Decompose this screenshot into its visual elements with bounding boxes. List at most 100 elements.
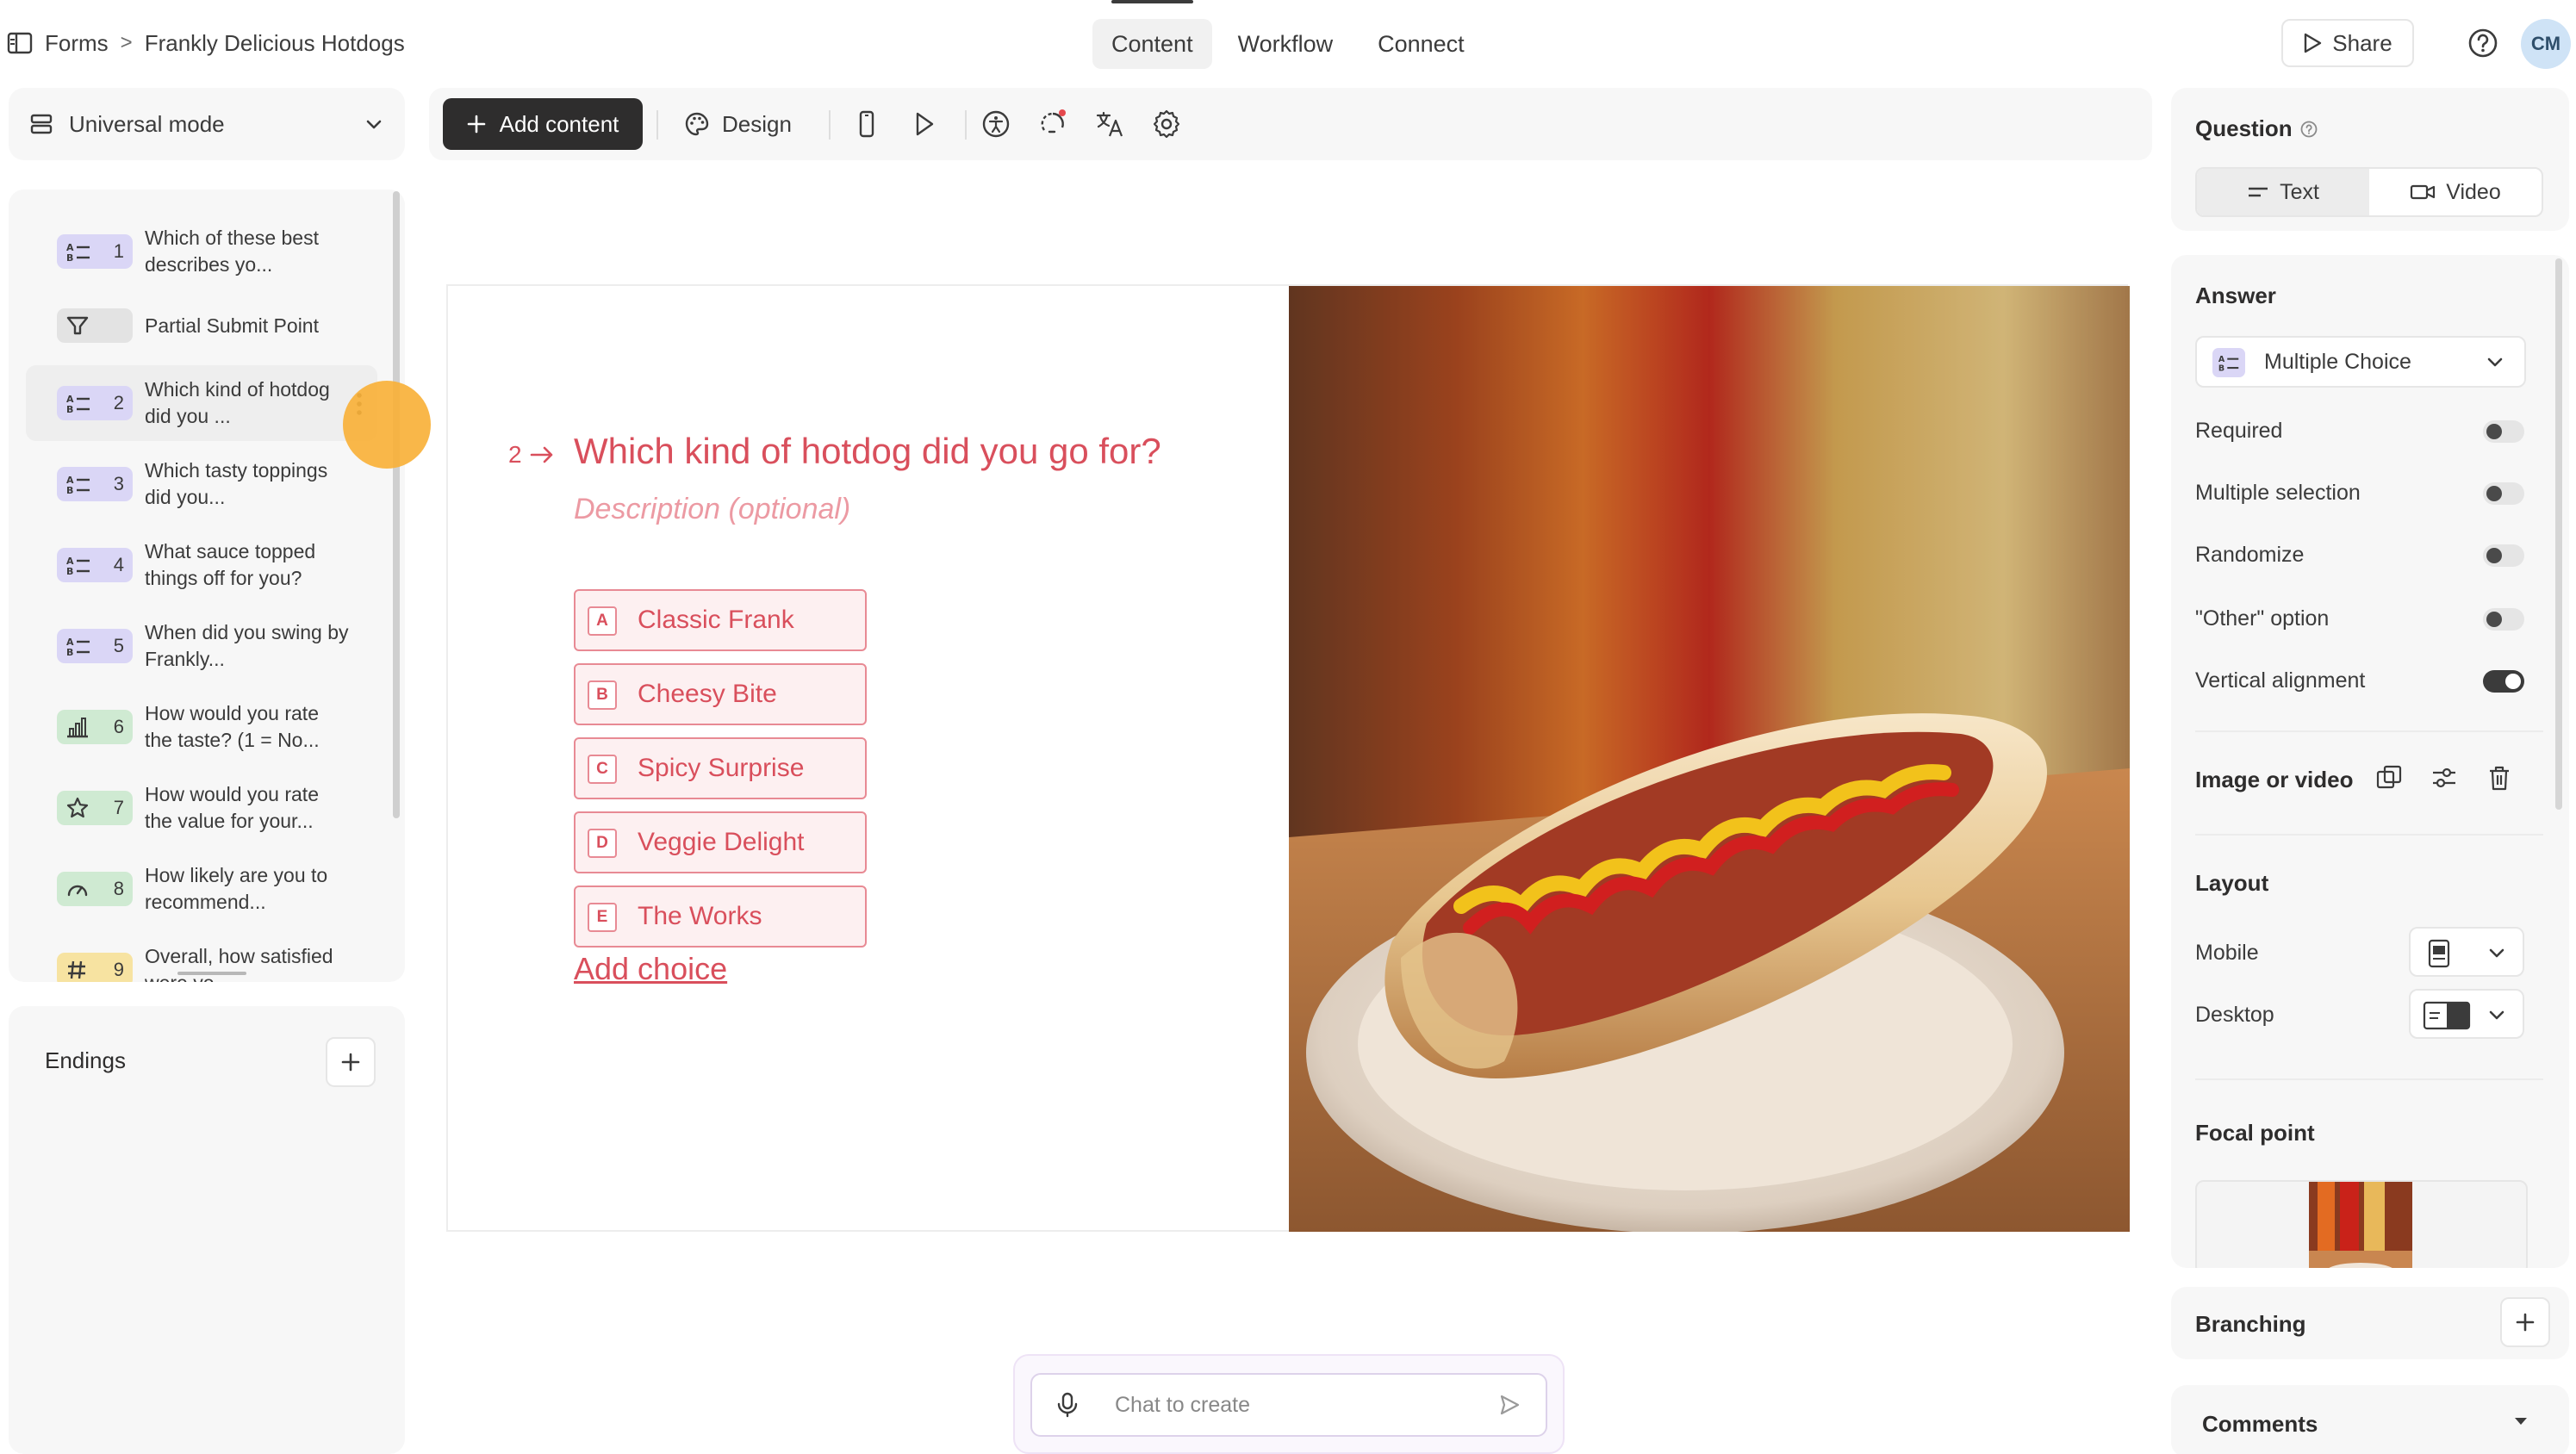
- partial-submit-icon: [66, 316, 89, 335]
- chat-input[interactable]: Chat to create: [1030, 1373, 1547, 1437]
- question-mode-text[interactable]: Text: [2197, 169, 2369, 215]
- forms-panel-icon[interactable]: [7, 32, 33, 54]
- comments-panel[interactable]: Comments: [2171, 1385, 2569, 1454]
- ai-assist-icon[interactable]: [1037, 109, 1068, 140]
- multiple-choice-icon: AB: [66, 475, 90, 494]
- question-badge: 9: [57, 953, 133, 982]
- other-option-label: "Other" option: [2195, 606, 2330, 631]
- gear-icon[interactable]: [1151, 109, 1182, 140]
- share-label: Share: [2332, 29, 2392, 56]
- desktop-split-layout-icon: [2423, 1001, 2471, 1030]
- image-or-video-title: Image or video: [2195, 767, 2354, 792]
- choice-key: C: [588, 755, 617, 784]
- section-divider: [2195, 730, 2543, 732]
- question-label: Which of these best describes yo...: [145, 227, 319, 276]
- randomize-label: Randomize: [2195, 543, 2305, 567]
- layout-desktop-label: Desktop: [2195, 1003, 2274, 1027]
- list-item-question-7[interactable]: 7 How would you rate the value for your.…: [26, 770, 377, 846]
- question-settings-panel: Question Text Video: [2171, 88, 2569, 231]
- trash-icon[interactable]: [2485, 763, 2514, 792]
- randomize-toggle[interactable]: [2483, 544, 2524, 567]
- drag-handle[interactable]: [177, 972, 246, 975]
- hotdog-photo[interactable]: [1289, 286, 2130, 1232]
- choice-key: A: [588, 606, 617, 636]
- avatar[interactable]: CM: [2521, 19, 2571, 69]
- question-title-input[interactable]: Which kind of hotdog did you go for?: [574, 431, 1161, 472]
- question-badge: 8: [57, 872, 133, 906]
- multiple-selection-toggle[interactable]: [2483, 482, 2524, 505]
- chevron-down-icon: [2489, 948, 2504, 958]
- list-item-question-6[interactable]: 6 How would you rate the taste? (1 = No.…: [26, 689, 377, 765]
- choice-option-b[interactable]: B Cheesy Bite: [574, 663, 867, 725]
- tab-workflow[interactable]: Workflow: [1219, 19, 1353, 69]
- question-mode-video[interactable]: Video: [2369, 169, 2542, 215]
- question-label: How likely are you to recommend...: [145, 864, 328, 913]
- add-branching-button[interactable]: [2500, 1297, 2550, 1347]
- palette-icon: [685, 112, 709, 136]
- question-label: When did you swing by Frankly...: [145, 621, 349, 670]
- toolbar-divider: [965, 110, 967, 140]
- microphone-icon[interactable]: [1055, 1391, 1080, 1419]
- add-content-button[interactable]: Add content: [443, 98, 643, 150]
- toolbar-divider: [829, 110, 831, 140]
- answer-type-select[interactable]: AB Multiple Choice: [2195, 336, 2526, 388]
- tab-connect[interactable]: Connect: [1359, 19, 1484, 69]
- replace-image-icon[interactable]: [2374, 763, 2404, 792]
- play-icon[interactable]: [908, 109, 939, 140]
- choice-key: D: [588, 829, 617, 858]
- section-divider: [2195, 834, 2543, 836]
- layout-mobile-select[interactable]: [2409, 927, 2524, 977]
- mode-selector[interactable]: Universal mode: [9, 88, 405, 160]
- focal-point-picker[interactable]: [2195, 1180, 2528, 1268]
- svg-text:B: B: [66, 566, 73, 575]
- chevron-down-icon: [2487, 357, 2503, 367]
- choice-option-e[interactable]: E The Works: [574, 885, 867, 948]
- choice-option-c[interactable]: C Spicy Surprise: [574, 737, 867, 799]
- breadcrumb-forms[interactable]: Forms: [45, 30, 109, 57]
- breadcrumb-separator: >: [120, 31, 133, 54]
- list-item-question-2[interactable]: AB 2 Which kind of hotdog did you ...: [26, 365, 377, 441]
- form-preview-canvas: 2 Which kind of hotdog did you go for? D…: [446, 284, 2130, 1232]
- accessibility-icon[interactable]: [980, 109, 1011, 140]
- adjust-image-icon[interactable]: [2430, 763, 2459, 792]
- help-icon[interactable]: [2299, 120, 2318, 139]
- send-icon[interactable]: [1497, 1393, 1521, 1417]
- choice-option-a[interactable]: A Classic Frank: [574, 589, 867, 651]
- tab-content[interactable]: Content: [1092, 0, 1212, 69]
- list-item-question-1[interactable]: AB 1 Which of these best describes yo...: [26, 214, 377, 289]
- question-list-scrollbar[interactable]: [393, 191, 400, 818]
- question-number: 2: [508, 441, 555, 469]
- choice-label: Classic Frank: [638, 606, 794, 634]
- add-choice-link[interactable]: Add choice: [574, 951, 727, 987]
- required-toggle[interactable]: [2483, 420, 2524, 443]
- answer-type-label: Multiple Choice: [2264, 349, 2411, 374]
- editor-toolbar: Add content Design: [429, 88, 2152, 160]
- list-item-question-4[interactable]: AB 4 What sauce topped things off for yo…: [26, 527, 377, 603]
- list-item-question-5[interactable]: AB 5 When did you swing by Frankly...: [26, 608, 377, 684]
- focal-point-thumbnail[interactable]: [2309, 1182, 2412, 1268]
- list-item-question-8[interactable]: 8 How likely are you to recommend...: [26, 851, 377, 927]
- design-button[interactable]: Design: [674, 98, 802, 150]
- svg-text:B: B: [2218, 364, 2224, 372]
- question-label: How would you rate the value for your...: [145, 783, 319, 832]
- cursor-highlight: [343, 381, 431, 469]
- share-button[interactable]: Share: [2281, 19, 2414, 67]
- gauge-icon: [67, 885, 88, 897]
- list-item-partial-submit[interactable]: Partial Submit Point: [26, 288, 377, 364]
- add-ending-button[interactable]: [326, 1037, 376, 1087]
- description-input[interactable]: Description (optional): [574, 493, 850, 526]
- layout-mobile-label: Mobile: [2195, 941, 2259, 965]
- layout-desktop-select[interactable]: [2409, 989, 2524, 1039]
- mobile-preview-icon[interactable]: [851, 109, 882, 140]
- list-item-question-3[interactable]: AB 3 Which tasty toppings did you...: [26, 446, 377, 522]
- settings-scrollbar[interactable]: [2555, 258, 2562, 810]
- multiple-selection-label: Multiple selection: [2195, 481, 2361, 505]
- other-option-toggle[interactable]: [2483, 608, 2524, 631]
- vertical-alignment-toggle[interactable]: [2483, 670, 2524, 693]
- translate-icon[interactable]: [1094, 109, 1125, 140]
- layout-title: Layout: [2195, 870, 2269, 896]
- breadcrumb-form-name[interactable]: Frankly Delicious Hotdogs: [145, 30, 405, 57]
- help-icon[interactable]: [2466, 26, 2500, 60]
- choice-option-d[interactable]: D Veggie Delight: [574, 811, 867, 873]
- multiple-choice-icon: AB: [66, 637, 90, 656]
